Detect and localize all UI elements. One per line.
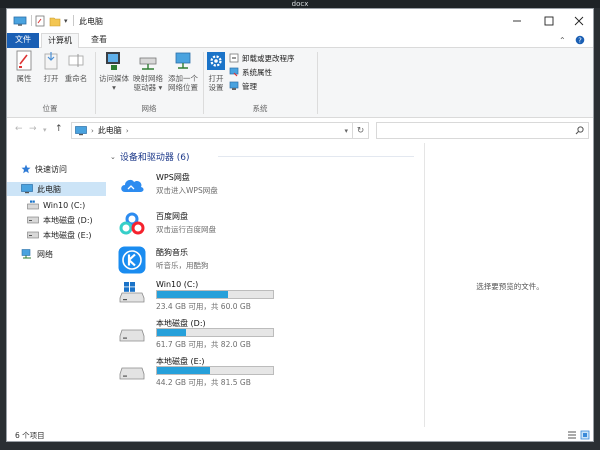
tile-drive-c[interactable]: Win10 (C:) 23.4 GB 可用，共 60.0 GB — [118, 277, 418, 311]
pc-icon — [21, 184, 33, 194]
star-icon — [21, 164, 31, 174]
tab-computer[interactable]: 计算机 — [41, 33, 79, 49]
windows-drive-icon — [118, 279, 146, 307]
drive-c-usage-bar — [156, 290, 274, 299]
open-icon — [44, 52, 58, 70]
tile-kugou-music[interactable]: 酷狗音乐 听音乐，用酷狗 — [118, 244, 418, 278]
tile-wps-cloud[interactable]: WPS网盘 双击进入WPS网盘 — [118, 169, 418, 203]
search-input[interactable] — [376, 122, 589, 139]
chevron-down-icon: ⌄ — [110, 152, 116, 161]
disk-drive-icon — [27, 216, 39, 224]
drive-d-usage-bar — [156, 328, 274, 337]
maximize-button[interactable] — [533, 9, 565, 33]
group-label-system: 系统 — [252, 104, 268, 113]
pc-title-icon — [13, 14, 27, 28]
navigation-row: ← → ▾ ↑ › 此电脑 › ▾ ↻ — [7, 119, 593, 141]
group-header-devices[interactable]: ⌄ 设备和驱动器 (6) — [110, 150, 190, 164]
help-icon[interactable]: ? — [575, 35, 585, 47]
disk-drive-icon — [118, 317, 146, 345]
svg-text:?: ? — [578, 37, 582, 45]
status-bar: 6 个项目 — [7, 427, 593, 441]
tab-file[interactable]: 文件 — [7, 33, 39, 48]
manage-icon — [229, 81, 239, 90]
kugou-music-icon — [118, 246, 146, 274]
tab-view[interactable]: 查看 — [83, 33, 115, 48]
open-settings-button[interactable]: 打开 设置 — [205, 50, 227, 92]
preview-text: 选择要预览的文件。 — [476, 282, 544, 291]
refresh-icon[interactable]: ↻ — [353, 122, 369, 139]
ribbon: 属性 打开 重命名 位置 访问媒体 ▾ 映射网络 驱动器 ▾ 添加一个 网络位置… — [7, 48, 593, 118]
map-network-drive-button[interactable]: 映射网络 驱动器 ▾ — [131, 50, 165, 92]
access-media-button[interactable]: 访问媒体 ▾ — [97, 50, 131, 92]
properties-icon — [16, 50, 32, 71]
item-count: 6 个项目 — [15, 431, 45, 440]
content-pane: ⌄ 设备和驱动器 (6) WPS网盘 双击进入WPS网盘 百度网盘 双击运行百度… — [106, 143, 424, 427]
breadcrumb-chevron-icon[interactable]: › — [126, 127, 129, 135]
network-drive-icon — [139, 57, 157, 70]
rename-button[interactable]: 重命名 — [63, 50, 89, 83]
group-label-network: 网络 — [141, 104, 157, 113]
disk-drive-icon — [118, 355, 146, 383]
details-view-icon[interactable] — [567, 430, 577, 440]
tile-drive-e[interactable]: 本地磁盘 (E:) 44.2 GB 可用，共 81.5 GB — [118, 353, 418, 387]
preview-pane: 选择要预览的文件。 — [425, 143, 593, 427]
breadcrumb-this-pc[interactable]: 此电脑 — [98, 125, 122, 136]
desktop-title: docx — [0, 0, 600, 8]
up-icon[interactable]: ↑ — [55, 124, 63, 134]
nav-item-network[interactable]: 网络 — [7, 247, 106, 261]
customize-quick-access-icon[interactable]: ▾ — [64, 14, 68, 28]
wps-cloud-icon — [118, 171, 146, 199]
baidu-netdisk-icon — [118, 210, 146, 238]
address-bar[interactable]: › 此电脑 › ▾ — [71, 122, 353, 139]
uninstall-icon — [229, 53, 239, 63]
nav-item-drive-e[interactable]: 本地磁盘 (E:) — [7, 228, 106, 242]
address-history-icon[interactable]: ▾ — [344, 127, 348, 135]
tile-baidu-netdisk[interactable]: 百度网盘 双击运行百度网盘 — [118, 208, 418, 242]
network-icon — [21, 249, 33, 259]
back-icon[interactable]: ← — [15, 124, 23, 134]
rename-icon — [68, 54, 84, 67]
properties-quick-icon[interactable] — [35, 14, 45, 28]
search-icon — [575, 126, 584, 137]
open-button[interactable]: 打开 — [39, 50, 63, 83]
ribbon-tabs: 文件 计算机 查看 ⌃ ? — [7, 33, 593, 49]
navigation-pane: 快速访问 此电脑 Win10 (C:) 本地磁盘 (D:) 本地磁盘 (E:) — [7, 143, 106, 427]
add-network-location-button[interactable]: 添加一个 网络位置 — [165, 50, 201, 92]
recent-locations-icon[interactable]: ▾ — [43, 126, 47, 134]
nav-item-this-pc[interactable]: 此电脑 — [7, 182, 106, 196]
title-bar: ▾ 此电脑 — [7, 9, 593, 33]
forward-icon[interactable]: → — [29, 124, 37, 134]
tile-drive-d[interactable]: 本地磁盘 (D:) 61.7 GB 可用，共 82.0 GB — [118, 315, 418, 349]
network-location-icon — [175, 52, 191, 69]
nav-item-drive-d[interactable]: 本地磁盘 (D:) — [7, 213, 106, 227]
system-properties-button[interactable]: 系统属性 — [229, 66, 272, 78]
minimize-button[interactable] — [501, 9, 533, 33]
properties-button[interactable]: 属性 — [11, 50, 37, 83]
file-explorer-window: ▾ 此电脑 文件 计算机 查看 ⌃ ? 属性 打开 重命名 位置 访问媒体 ▾ … — [6, 8, 594, 442]
media-icon — [106, 52, 120, 70]
nav-item-drive-c[interactable]: Win10 (C:) — [7, 198, 106, 212]
group-label-location: 位置 — [42, 104, 58, 113]
settings-gear-icon — [207, 52, 225, 70]
close-button[interactable] — [563, 9, 593, 33]
manage-button[interactable]: 管理 — [229, 80, 257, 92]
drive-e-usage-bar — [156, 366, 274, 375]
uninstall-programs-button[interactable]: 卸载或更改程序 — [229, 52, 295, 64]
nav-item-quick-access[interactable]: 快速访问 — [7, 162, 106, 176]
disk-drive-icon — [27, 231, 39, 239]
collapse-ribbon-icon[interactable]: ⌃ — [559, 36, 566, 45]
system-properties-icon — [229, 67, 239, 77]
pc-address-icon — [75, 125, 87, 136]
window-title: 此电脑 — [79, 17, 103, 26]
large-icons-view-icon[interactable] — [580, 430, 590, 440]
breadcrumb-chevron-icon: › — [91, 126, 94, 135]
new-folder-quick-icon[interactable] — [49, 14, 61, 28]
windows-drive-icon — [27, 200, 39, 210]
